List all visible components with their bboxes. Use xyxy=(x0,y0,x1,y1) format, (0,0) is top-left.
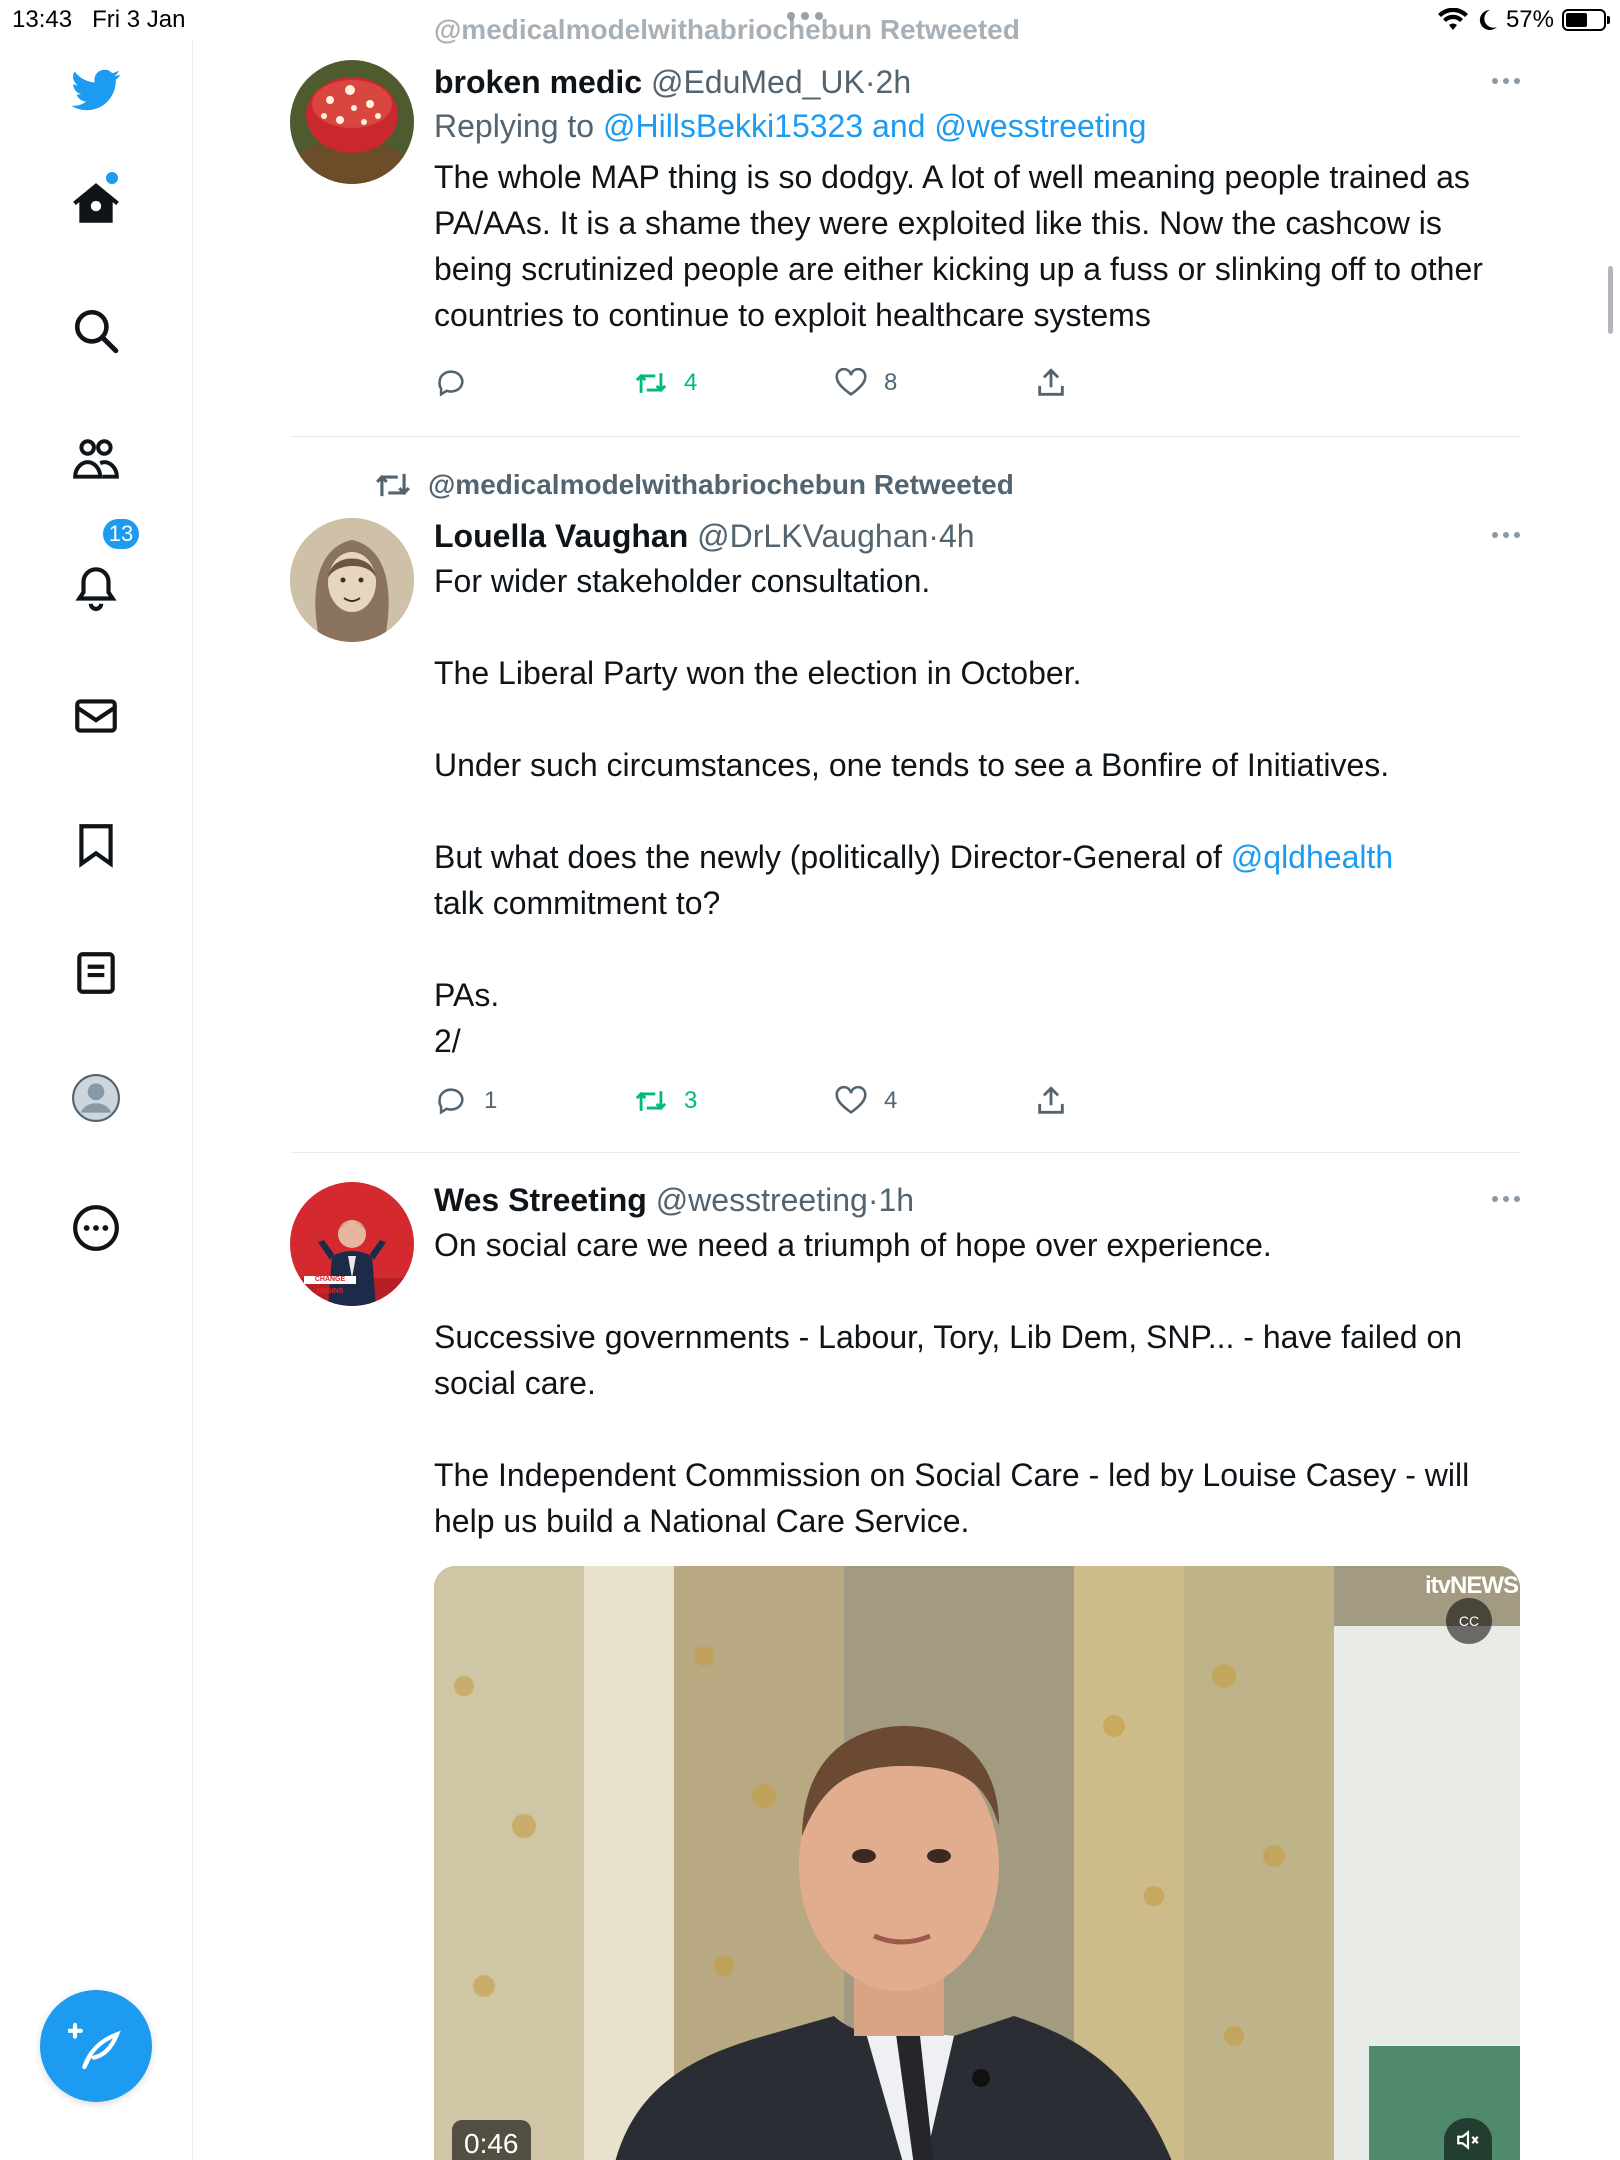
share-button[interactable] xyxy=(1034,1084,1234,1118)
author-handle[interactable]: @DrLKVaughan xyxy=(697,518,928,554)
compose-tweet-button[interactable] xyxy=(40,1990,152,2102)
tweet-header: broken medic @EduMed_UK·2h xyxy=(434,64,912,100)
tweet-louella-vaughan[interactable]: Louella Vaughan @DrLKVaughan·4h For wide… xyxy=(290,514,1520,1134)
author-name[interactable]: broken medic xyxy=(434,64,642,100)
video-duration: 0:46 xyxy=(452,2120,531,2160)
more-options-icon[interactable] xyxy=(1470,532,1520,538)
reply-count: 1 xyxy=(484,1087,498,1114)
author-handle[interactable]: @EduMed_UK xyxy=(651,64,865,100)
reply-button[interactable]: 1 xyxy=(434,1084,634,1118)
notifications-icon[interactable] xyxy=(66,556,126,616)
reply-icon xyxy=(438,1088,464,1115)
bookmarks-icon[interactable] xyxy=(66,815,126,875)
retweeted-by-label: @medicalmodelwithabriochebun Retweeted xyxy=(374,466,1014,504)
like-button[interactable]: 4 xyxy=(834,1084,1034,1118)
tweet-divider xyxy=(290,436,1520,437)
more-options-icon[interactable] xyxy=(1470,1196,1520,1202)
mention-link[interactable]: @qldhealth xyxy=(1231,839,1393,875)
mute-button[interactable] xyxy=(1444,2118,1492,2160)
lists-icon[interactable] xyxy=(66,943,126,1003)
status-time: 13:43 Fri 3 Jan xyxy=(12,6,186,33)
search-icon[interactable] xyxy=(66,301,126,361)
communities-icon[interactable] xyxy=(66,430,126,490)
tweet-time[interactable]: 2h xyxy=(876,64,912,100)
replying-to-mentions[interactable]: @HillsBekki15323 and @wesstreeting xyxy=(603,108,1146,144)
avatar[interactable] xyxy=(290,60,414,184)
reply-icon xyxy=(438,370,464,397)
reply-button[interactable] xyxy=(434,366,634,400)
retweet-indicator-icon xyxy=(376,473,410,497)
share-button[interactable] xyxy=(1034,366,1234,400)
home-unread-dot xyxy=(106,172,118,184)
notifications-badge: 13 xyxy=(101,517,141,551)
itv-news-logo: itvNEWS xyxy=(1424,1572,1519,1599)
tweet-time[interactable]: 1h xyxy=(878,1182,914,1218)
avatar-caption: CHANGE BEGINS xyxy=(314,1276,346,1295)
messages-icon[interactable] xyxy=(66,686,126,746)
share-icon xyxy=(1038,368,1064,396)
more-icon[interactable] xyxy=(66,1198,126,1258)
twitter-logo-icon[interactable] xyxy=(66,60,126,120)
profile-icon[interactable] xyxy=(66,1068,126,1128)
author-name[interactable]: Louella Vaughan xyxy=(434,518,688,554)
retweet-icon xyxy=(635,1091,667,1111)
tweet-video[interactable]: itvNEWS CC 0:46 xyxy=(434,1566,1520,2160)
tweet-text: For wider stakeholder consultation. The … xyxy=(434,563,1394,1059)
video-frame xyxy=(434,1566,1520,2160)
tweet-text: On social care we need a triumph of hope… xyxy=(434,1227,1470,1539)
author-handle[interactable]: @wesstreeting xyxy=(656,1182,868,1218)
tweet-text: The whole MAP thing is so dodgy. A lot o… xyxy=(434,159,1483,333)
replying-to: Replying to @HillsBekki15323 and @wesstr… xyxy=(434,108,1147,144)
home-icon[interactable] xyxy=(66,174,126,234)
author-name[interactable]: Wes Streeting xyxy=(434,1182,647,1218)
retweet-count: 3 xyxy=(684,1087,698,1114)
like-button[interactable]: 8 xyxy=(834,366,1034,400)
tweet-wes-streeting[interactable]: CHANGE BEGINS Wes Streeting @wesstreetin… xyxy=(290,1178,1520,2160)
avatar[interactable] xyxy=(290,518,414,642)
timeline: @medicalmodelwithabriochebun Retweeted b… xyxy=(194,0,1520,2160)
battery-icon xyxy=(1562,9,1610,31)
tweet-time[interactable]: 4h xyxy=(939,518,975,554)
closed-captions-button[interactable]: CC xyxy=(1446,1598,1492,1644)
like-count: 4 xyxy=(884,1087,898,1114)
tweet-broken-medic[interactable]: broken medic @EduMed_UK·2h Replying to @… xyxy=(290,60,1520,420)
tweet-actions: 4 8 xyxy=(434,366,1254,400)
tweet-actions: 1 3 4 xyxy=(434,1084,1254,1118)
like-count: 8 xyxy=(884,369,898,396)
tweet-header: Wes Streeting @wesstreeting·1h xyxy=(434,1182,915,1218)
avatar[interactable]: CHANGE BEGINS xyxy=(290,1182,414,1306)
tweet-divider xyxy=(290,1152,1520,1153)
retweet-icon xyxy=(635,373,667,393)
scrollbar-thumb[interactable] xyxy=(1608,266,1613,334)
share-icon xyxy=(1038,1086,1064,1114)
retweet-button[interactable]: 4 xyxy=(634,366,834,400)
speaker-muted-icon xyxy=(1457,2130,1479,2150)
retweet-button[interactable]: 3 xyxy=(634,1084,834,1118)
previous-retweet-label: @medicalmodelwithabriochebun Retweeted xyxy=(434,14,1020,45)
heart-icon xyxy=(835,1085,867,1114)
tweet-header: Louella Vaughan @DrLKVaughan·4h xyxy=(434,518,975,554)
more-options-icon[interactable] xyxy=(1470,78,1520,84)
compose-feather-icon xyxy=(68,2022,121,2070)
retweet-count: 4 xyxy=(684,369,698,396)
heart-icon xyxy=(835,367,867,396)
